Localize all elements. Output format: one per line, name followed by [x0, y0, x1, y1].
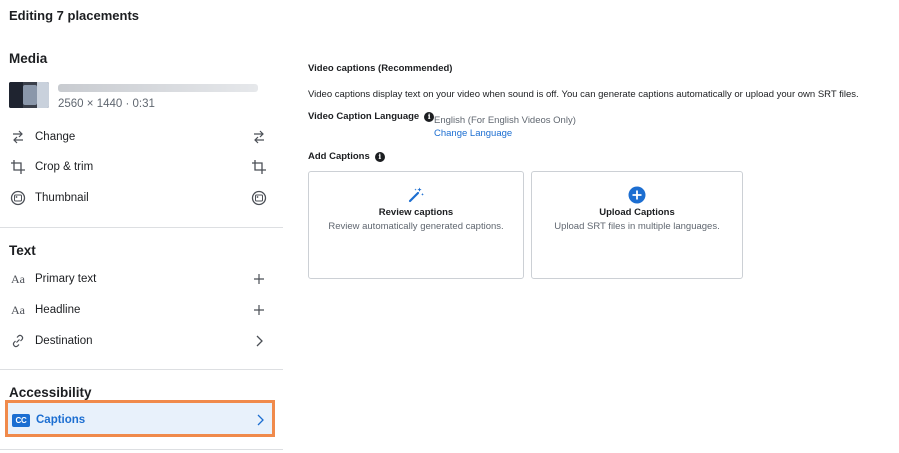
upload-captions-desc: Upload SRT files in multiple languages.: [554, 221, 720, 232]
divider: [0, 227, 283, 228]
swap-icon: [9, 128, 27, 146]
primary-text-label: Primary text: [35, 273, 97, 285]
closed-captions-icon: CC: [12, 413, 30, 427]
text-aa-icon: Aa: [11, 302, 25, 317]
magic-wand-icon: [309, 186, 523, 204]
media-filename-redacted: [58, 84, 258, 92]
primary-text-row[interactable]: Aa Primary text: [9, 267, 267, 291]
review-captions-title: Review captions: [378, 207, 454, 218]
caption-language-text: Video Caption Language: [308, 111, 420, 122]
change-media-row[interactable]: Change: [9, 125, 267, 149]
caption-language-value: English (For English Videos Only): [434, 115, 576, 126]
change-label: Change: [35, 131, 76, 143]
thumbnail-icon: [9, 189, 27, 207]
thumbnail-row[interactable]: Thumbnail: [9, 186, 267, 210]
accessibility-heading: Accessibility: [9, 385, 92, 400]
review-captions-card[interactable]: Review captions Review automatically gen…: [308, 171, 524, 279]
crop-icon[interactable]: [251, 159, 267, 175]
plus-circle-icon: [532, 186, 742, 204]
left-sidebar: Media 2560 × 1440 · 0:31 Change Crop & t…: [0, 0, 283, 453]
destination-row[interactable]: Destination: [9, 329, 267, 353]
media-thumbnail: [9, 82, 49, 108]
captions-nav-item[interactable]: CC Captions: [12, 410, 268, 430]
media-heading: Media: [9, 51, 48, 66]
media-meta: 2560 × 1440 · 0:31: [58, 98, 155, 110]
text-heading: Text: [9, 243, 36, 258]
info-icon[interactable]: i: [424, 111, 435, 122]
change-language-link[interactable]: Change Language: [434, 128, 512, 139]
text-aa-icon: Aa: [11, 271, 25, 286]
divider: [0, 369, 283, 370]
add-captions-label: Add Captions i: [308, 151, 385, 162]
chevron-right-icon[interactable]: [251, 333, 267, 349]
headline-row[interactable]: Aa Headline: [9, 298, 267, 322]
captions-panel-description: Video captions display text on your vide…: [308, 89, 859, 100]
divider: [0, 449, 283, 450]
upload-captions-title: Upload Captions: [599, 207, 675, 218]
upload-captions-card[interactable]: Upload Captions Upload SRT files in mult…: [531, 171, 743, 279]
thumbnail-label: Thumbnail: [35, 192, 89, 204]
headline-label: Headline: [35, 304, 81, 316]
plus-icon[interactable]: [251, 302, 267, 318]
chevron-right-icon[interactable]: [252, 414, 268, 426]
swap-icon[interactable]: [251, 129, 267, 145]
crop-trim-row[interactable]: Crop & trim: [9, 155, 267, 179]
review-captions-desc: Review automatically generated captions.: [328, 221, 504, 232]
destination-label: Destination: [35, 335, 93, 347]
link-icon: [9, 332, 27, 350]
info-icon[interactable]: i: [374, 151, 385, 162]
caption-language-label: Video Caption Language i: [308, 111, 435, 122]
captions-panel-title: Video captions (Recommended): [308, 63, 453, 74]
plus-icon[interactable]: [251, 271, 267, 287]
crop-trim-label: Crop & trim: [35, 161, 94, 173]
thumbnail-icon[interactable]: [251, 190, 267, 206]
crop-icon: [9, 158, 27, 176]
add-captions-text: Add Captions: [308, 151, 370, 162]
captions-label: Captions: [36, 414, 86, 426]
